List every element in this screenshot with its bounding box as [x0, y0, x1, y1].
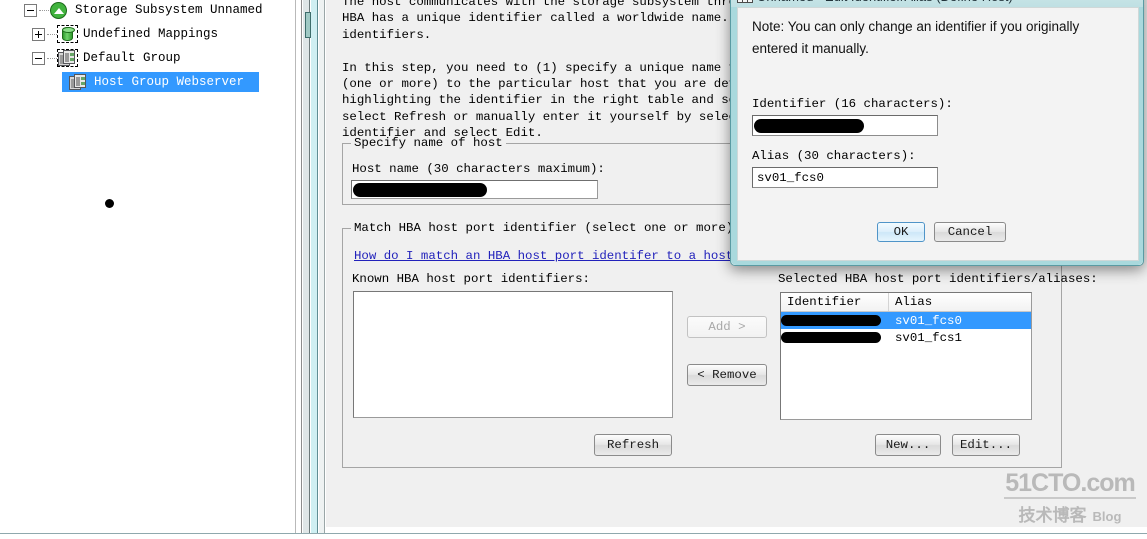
dialog-titlebar[interactable]: Unnamed - Edit Identifier/Alias (Define …	[731, 0, 1143, 7]
tree-item-label: Host Group Webserver	[94, 75, 245, 89]
vertical-scrollbar-thumb[interactable]	[305, 12, 311, 38]
known-identifiers-listbox[interactable]	[353, 291, 673, 418]
tree-connector	[47, 33, 57, 35]
edit-identifier-button[interactable]: Edit...	[952, 434, 1020, 456]
cell-identifier	[781, 329, 889, 346]
tree-item-host-group-webserver[interactable]: Host Group Webserver	[62, 72, 259, 92]
tree-item-storage-subsystem[interactable]: Storage Subsystem Unnamed	[24, 0, 263, 20]
host-name-redaction	[353, 183, 487, 197]
cancel-button[interactable]: Cancel	[934, 222, 1006, 242]
new-identifier-button[interactable]: New...	[875, 434, 941, 456]
tree-item-label: Storage Subsystem Unnamed	[75, 3, 263, 17]
cursor-dot	[105, 199, 114, 208]
column-header-alias: Alias	[895, 295, 933, 309]
table-row[interactable]: sv01_fcs0	[781, 312, 1031, 329]
remove-button[interactable]: < Remove	[687, 364, 767, 386]
panel-divider-outer	[296, 0, 302, 539]
host-group-icon	[68, 73, 90, 91]
tree-item-default-group[interactable]: Default Group	[32, 48, 181, 68]
match-hba-help-link[interactable]: How do I match an HBA host port identife…	[354, 249, 741, 263]
window-edge-inner	[319, 0, 325, 539]
tree-twisty-plus-icon[interactable]	[32, 27, 45, 41]
host-name-label: Host name (30 characters maximum):	[352, 162, 605, 176]
alias-label: Alias (30 characters):	[752, 149, 916, 163]
column-header-identifier: Identifier	[781, 293, 889, 311]
selected-identifiers-label: Selected HBA host port identifiers/alias…	[778, 272, 1098, 286]
identifier-input[interactable]	[752, 115, 938, 136]
panel-divider-mid	[303, 0, 310, 539]
table-header-row: Identifier Alias	[781, 293, 1031, 312]
cell-alias: sv01_fcs1	[895, 330, 962, 345]
tree-item-label: Undefined Mappings	[83, 27, 219, 41]
tree-twisty-minus-icon[interactable]	[32, 51, 45, 65]
tree-item-undefined-mappings[interactable]: Undefined Mappings	[32, 24, 218, 44]
tree-twisty-minus-icon[interactable]	[24, 3, 37, 17]
add-button: Add >	[687, 316, 767, 338]
cell-identifier	[781, 312, 889, 329]
tree-item-label: Default Group	[83, 51, 181, 65]
table-row[interactable]: sv01_fcs1	[781, 329, 1031, 346]
refresh-button[interactable]: Refresh	[594, 434, 672, 456]
tree-connector	[47, 57, 57, 59]
host-group-icon	[57, 49, 79, 67]
application-icon	[737, 0, 753, 3]
storage-subsystem-icon	[49, 1, 71, 19]
dialog-title: Unnamed - Edit Identifier/Alias (Define …	[757, 0, 1013, 4]
specify-name-group-title: Specify name of host	[351, 136, 506, 150]
selected-identifiers-table[interactable]: Identifier Alias sv01_fcs0 sv01_fcs1	[780, 292, 1032, 420]
screenshot-root: Storage Subsystem Unnamed Undefined Mapp…	[0, 0, 1147, 539]
identifier-redaction	[754, 119, 864, 133]
identifier-redaction	[781, 332, 881, 343]
cell-alias: sv01_fcs0	[895, 313, 962, 328]
tree-connector	[39, 9, 49, 11]
identifier-redaction	[781, 315, 881, 326]
window-bottom-edge	[0, 533, 1147, 539]
window-edge-left	[311, 0, 318, 539]
host-name-input[interactable]	[351, 180, 598, 199]
alias-input[interactable]: sv01_fcs0	[752, 167, 938, 188]
volume-cylinder-icon	[57, 25, 79, 43]
storage-tree-panel: Storage Subsystem Unnamed Undefined Mapp…	[0, 0, 296, 539]
dialog-note-text: Note: You can only change an identifier …	[752, 19, 1080, 56]
identifier-label: Identifier (16 characters):	[752, 97, 953, 111]
edit-identifier-alias-dialog: Unnamed - Edit Identifier/Alias (Define …	[730, 0, 1144, 266]
known-identifiers-label: Known HBA host port identifiers:	[352, 272, 590, 286]
dialog-body: Note: You can only change an identifier …	[737, 7, 1139, 261]
ok-button[interactable]: OK	[877, 222, 925, 242]
match-hba-group-title: Match HBA host port identifier (select o…	[351, 221, 737, 235]
